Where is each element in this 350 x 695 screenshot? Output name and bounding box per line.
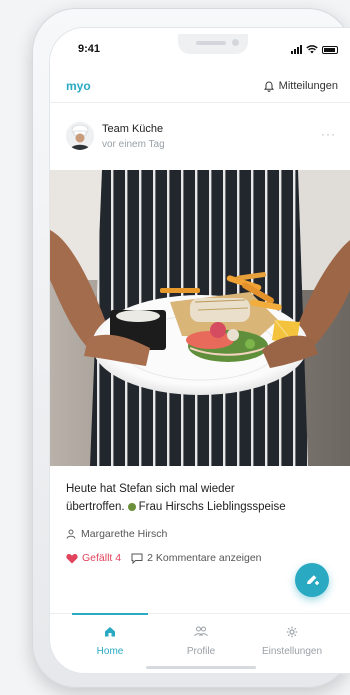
post-time: vor einem Tag: [102, 139, 165, 150]
tab-profile-label: Profile: [186, 646, 216, 657]
post-image[interactable]: [50, 170, 350, 466]
tab-settings-label: Einstellungen: [261, 646, 323, 657]
app-logo[interactable]: myo: [66, 79, 91, 93]
like-button[interactable]: Gefällt 4: [66, 552, 121, 564]
status-icons: [291, 45, 338, 54]
tab-home[interactable]: Home: [72, 613, 148, 662]
tab-settings[interactable]: Einstellungen: [254, 614, 330, 662]
battery-icon: [322, 46, 338, 54]
comment-icon: [131, 553, 143, 564]
phone-screen: 9:41 myo Mitteilungen Team Küche vor ein…: [50, 28, 350, 673]
person-icon: [66, 529, 76, 539]
wifi-icon: [306, 45, 318, 54]
create-post-button[interactable]: [295, 563, 329, 597]
people-icon: [194, 626, 208, 637]
signal-icon: [291, 45, 302, 54]
post-header: Team Küche vor einem Tag ···: [50, 118, 350, 158]
edit-add-icon: [307, 575, 319, 585]
caption-line-1: Heute hat Stefan sich mal wieder: [66, 483, 235, 495]
like-count-label: Gefällt 4: [82, 552, 122, 564]
post-actions: Gefällt 4 2 Kommentare anzeigen: [66, 552, 262, 564]
bell-icon: [263, 80, 274, 92]
tagged-person-name: Margarethe Hirsch: [81, 528, 168, 540]
post-author[interactable]: Team Küche: [102, 123, 163, 135]
comments-label: 2 Kommentare anzeigen: [147, 552, 262, 564]
bottom-tab-bar: Home Profile Einstellungen: [50, 613, 350, 673]
gear-icon: [286, 626, 298, 638]
post-caption: Heute hat Stefan sich mal wieder übertro…: [66, 480, 342, 516]
status-bar: 9:41: [50, 43, 350, 63]
caption-line-2-end: Frau Hirschs Lieblingsspeise: [138, 501, 286, 513]
notifications-label: Mitteilungen: [278, 80, 338, 92]
more-options-button[interactable]: ···: [321, 127, 336, 141]
chef-plate-photo: [50, 170, 350, 466]
heart-icon: [66, 553, 78, 563]
chef-avatar-icon: [66, 122, 94, 150]
home-indicator: [146, 666, 256, 669]
caption-line-2-start: übertroffen.: [66, 501, 125, 513]
tagged-person[interactable]: Margarethe Hirsch: [66, 528, 167, 540]
tab-profile[interactable]: Profile: [163, 614, 239, 662]
leaf-emoji-icon: [127, 503, 136, 511]
caption-line-2: übertroffen. Frau Hirschs Lieblingsspeise: [66, 498, 342, 516]
comments-button[interactable]: 2 Kommentare anzeigen: [131, 552, 262, 564]
tab-home-label: Home: [96, 646, 124, 657]
author-avatar[interactable]: [66, 122, 94, 150]
home-icon: [105, 627, 115, 637]
app-header: myo Mitteilungen: [50, 76, 350, 103]
notifications-button[interactable]: Mitteilungen: [263, 80, 338, 92]
status-time: 9:41: [78, 43, 101, 55]
